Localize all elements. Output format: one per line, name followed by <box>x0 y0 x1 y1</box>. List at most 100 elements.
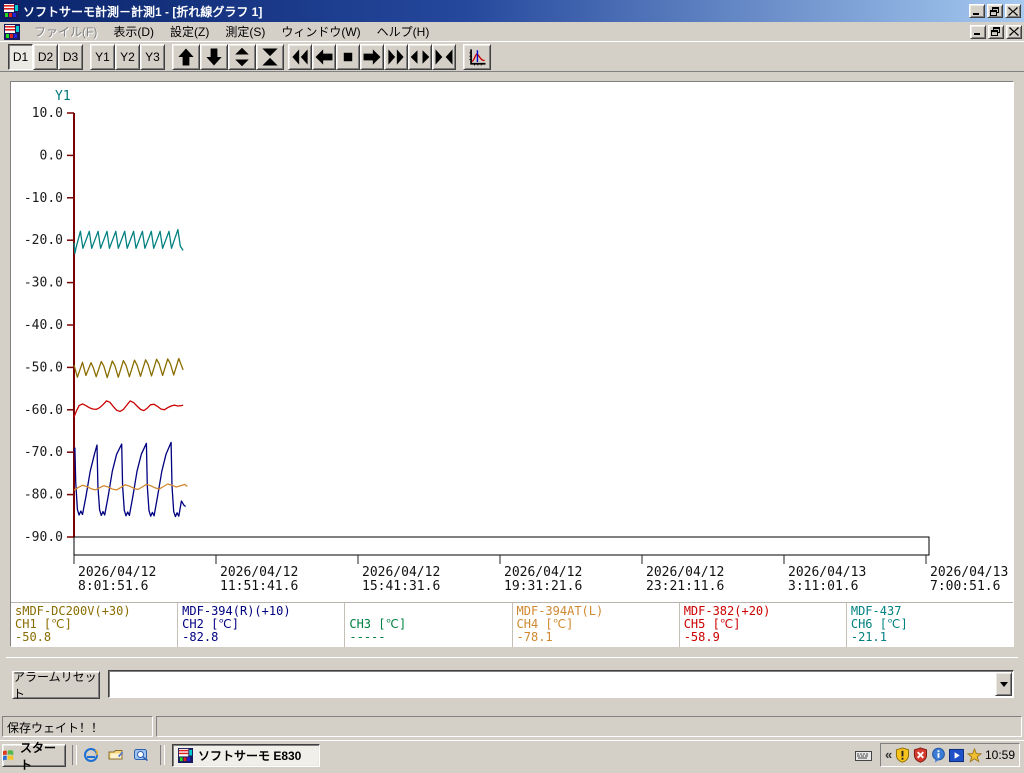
keyboard-layout-icon[interactable] <box>854 747 872 765</box>
compress-vertical-icon <box>262 48 278 66</box>
child-close-button[interactable] <box>1006 24 1022 39</box>
menu-settings[interactable]: 設定(Z) <box>162 22 217 41</box>
legend-cell-CH5[interactable]: MDF-382(+20) CH5 [℃] -58.9 <box>680 603 847 647</box>
menu-view[interactable]: 表示(D) <box>105 22 162 41</box>
chevron-down-icon <box>999 681 1008 687</box>
x-tick-time: 8:01:51.6 <box>78 579 148 594</box>
legend-current-value: -78.1 <box>516 630 553 644</box>
thermo-chart-icon <box>178 748 193 763</box>
step-right-button[interactable] <box>360 44 384 70</box>
compress-horizontal-button[interactable] <box>432 44 456 70</box>
info-balloon-icon[interactable] <box>931 747 946 763</box>
y-tick-label: -60.0 <box>24 403 63 418</box>
line-graph-panel: Y1 10.0 0.0 -10.0 -20.0 -30.0 -40.0 -50.0 -60.0 -… <box>10 81 1014 647</box>
taskbar: スタート ソフトサーモ E830 « 10:59 <box>0 740 1024 772</box>
stop-button[interactable] <box>336 44 360 70</box>
legend-current-value: -82.8 <box>182 630 219 644</box>
x-tick-date: 2026/04/12 <box>78 565 156 580</box>
task-button-softthermo[interactable]: ソフトサーモ E830 <box>172 744 320 767</box>
graph-workspace: Y1 10.0 0.0 -10.0 -20.0 -30.0 -40.0 -50.0 -60.0 -… <box>0 71 1024 712</box>
minimize-button[interactable] <box>969 4 985 18</box>
channels-icon[interactable] <box>132 746 150 764</box>
status-message: 保存ウェイト！！ <box>2 716 153 737</box>
x-tick-date: 2026/04/12 <box>362 565 440 580</box>
graph-settings-button[interactable] <box>463 44 491 70</box>
media-play-icon[interactable] <box>949 748 965 763</box>
y-tick-label: 10.0 <box>32 106 63 121</box>
expand-horizontal-icon <box>410 50 430 64</box>
d3-button[interactable]: D3 <box>58 44 83 70</box>
child-restore-button[interactable] <box>988 24 1004 39</box>
line-chart: Y1 10.0 0.0 -10.0 -20.0 -30.0 -40.0 -50.0 -60.0 -… <box>24 89 1008 594</box>
compress-horizontal-icon <box>435 49 453 65</box>
start-button[interactable]: スタート <box>2 741 66 772</box>
x-tick-time: 3:11:01.6 <box>788 579 858 594</box>
task-label: ソフトサーモ E830 <box>198 749 302 763</box>
expand-vertical-button[interactable] <box>228 44 256 70</box>
y-tick-label: -30.0 <box>24 276 63 291</box>
stop-icon <box>343 52 353 62</box>
alarm-message-combobox[interactable] <box>108 670 1014 698</box>
app-icon[interactable] <box>3 3 19 19</box>
fast-rewind-button[interactable] <box>288 44 312 70</box>
restore-button[interactable] <box>987 4 1003 18</box>
taskbar-divider <box>160 745 165 765</box>
desktop: { "window": { "title": "ソフトサーモ計測－計測1 - [… <box>0 0 1024 772</box>
y-tick-label: -70.0 <box>24 445 63 460</box>
step-left-button[interactable] <box>312 44 336 70</box>
series-line-CH5 <box>73 400 184 418</box>
x-tick-time: 23:21:11.6 <box>646 579 724 594</box>
time-range-box <box>73 536 930 556</box>
menu-measure[interactable]: 測定(S) <box>217 22 273 41</box>
menu-file: ファイル(F) <box>34 25 98 39</box>
menu-window[interactable]: ウィンドウ(W) <box>273 22 368 41</box>
x-tick-date: 2026/04/13 <box>930 565 1008 580</box>
scroll-up-button[interactable] <box>172 44 200 70</box>
y1-button[interactable]: Y1 <box>90 44 115 70</box>
legend-cell-CH3[interactable]: CH3 [℃] ----- <box>345 603 513 647</box>
x-tick-date: 2026/04/12 <box>646 565 724 580</box>
legend-cell-CH2[interactable]: MDF-394(R)(+10) CH2 [℃] -82.8 <box>178 603 346 647</box>
minimize-icon <box>974 33 980 35</box>
document-icon[interactable] <box>4 23 20 40</box>
taskbar-divider <box>72 745 77 765</box>
d1-button[interactable]: D1 <box>8 44 33 70</box>
x-tick-time: 7:00:51.6 <box>930 579 1000 594</box>
legend-cell-CH4[interactable]: MDF-394AT(L) CH4 [℃] -78.1 <box>513 603 680 647</box>
scroll-down-button[interactable] <box>200 44 228 70</box>
close-icon <box>1008 6 1018 16</box>
security-warning-shield-icon[interactable] <box>895 747 910 763</box>
y-tick-label: -50.0 <box>24 360 63 375</box>
y3-button[interactable]: Y3 <box>140 44 165 70</box>
fast-forward-button[interactable] <box>384 44 408 70</box>
graph-settings-icon <box>469 49 486 66</box>
legend-current-value: -58.9 <box>683 630 720 644</box>
menu-help[interactable]: ヘルプ(H) <box>369 22 438 41</box>
legend-cell-CH6[interactable]: MDF-437 CH6 [℃] -21.1 <box>847 603 1013 647</box>
title-bar: ソフトサーモ計測－計測1 - [折れ線グラフ 1] <box>0 0 1024 22</box>
star-icon[interactable] <box>967 747 982 763</box>
alarm-reset-button[interactable]: アラームリセット <box>12 670 100 701</box>
expand-vertical-icon <box>235 47 249 67</box>
chevron-collapse-icon[interactable]: « <box>885 748 892 761</box>
expand-horizontal-button[interactable] <box>408 44 432 70</box>
channel-legend: sMDF-DC200V(+30) CH1 [℃] -50.8 MDF-394(R)(+… <box>11 602 1013 647</box>
show-desktop-icon[interactable] <box>107 746 125 764</box>
d2-button[interactable]: D2 <box>33 44 58 70</box>
combo-dropdown-button[interactable] <box>995 672 1012 696</box>
legend-current-value: -50.8 <box>15 630 52 644</box>
compress-vertical-button[interactable] <box>256 44 284 70</box>
legend-cell-CH1[interactable]: sMDF-DC200V(+30) CH1 [℃] -50.8 <box>11 603 179 647</box>
x-tick-time: 15:41:31.6 <box>362 579 440 594</box>
x-tick-date: 2026/04/12 <box>220 565 298 580</box>
close-button[interactable] <box>1005 4 1021 18</box>
security-error-shield-icon[interactable] <box>913 747 928 763</box>
x-tick-date: 2026/04/12 <box>504 565 582 580</box>
ie-icon[interactable] <box>82 746 100 764</box>
menu-bar: ファイル(F) 表示(D) 設定(Z) 測定(S) ウィンドウ(W) ヘルプ(H… <box>0 22 1024 41</box>
start-label: スタート <box>20 740 57 772</box>
status-bar: 保存ウェイト！！ <box>0 712 1024 740</box>
status-secondary <box>156 716 1022 737</box>
y2-button[interactable]: Y2 <box>115 44 140 70</box>
child-minimize-button[interactable] <box>970 24 986 39</box>
